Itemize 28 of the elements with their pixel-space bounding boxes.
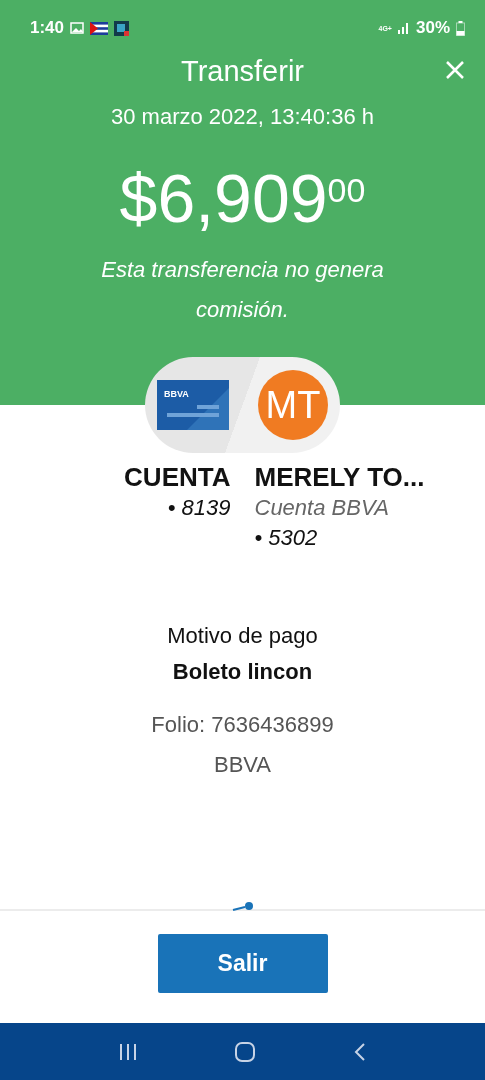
- status-time: 1:40: [30, 18, 65, 38]
- recipient-bank: Cuenta BBVA: [254, 494, 390, 522]
- bank-card-icon: BBVA: [157, 380, 229, 430]
- transfer-date: 30 marzo 2022, 13:40:36 h: [111, 104, 374, 129]
- battery-icon: [456, 20, 465, 36]
- battery-percent: 30%: [415, 18, 450, 38]
- reason-value: Boleto lincon: [172, 659, 313, 685]
- recent-apps-icon[interactable]: [118, 1042, 139, 1061]
- folio-number: Folio: 7636436899: [151, 712, 334, 738]
- home-icon[interactable]: [234, 1040, 257, 1063]
- flag-icon: [90, 21, 109, 35]
- origin-account: • 8139: [167, 494, 231, 522]
- close-icon[interactable]: [445, 60, 465, 80]
- bank-name: BBVA: [213, 752, 272, 778]
- dot-icon: [231, 902, 255, 911]
- signal-icon: [397, 22, 410, 34]
- exit-button[interactable]: Salir: [157, 934, 328, 993]
- screen-title: Transferir: [181, 55, 304, 87]
- origin-name: CUENTA: [124, 461, 231, 493]
- commission-note: Esta transferencia no genera comisión.: [100, 256, 385, 324]
- app-icon: [114, 20, 130, 36]
- avatar-initials: MT: [258, 370, 328, 440]
- transfer-amount: $6,909$^{00}$: [119, 160, 366, 236]
- back-icon[interactable]: [352, 1041, 367, 1062]
- recipient-account: • 5302: [254, 524, 318, 552]
- image-icon: [70, 22, 85, 34]
- recipient-name: MERELY TO...: [254, 461, 425, 493]
- reason-label: Motivo de pago: [167, 623, 318, 649]
